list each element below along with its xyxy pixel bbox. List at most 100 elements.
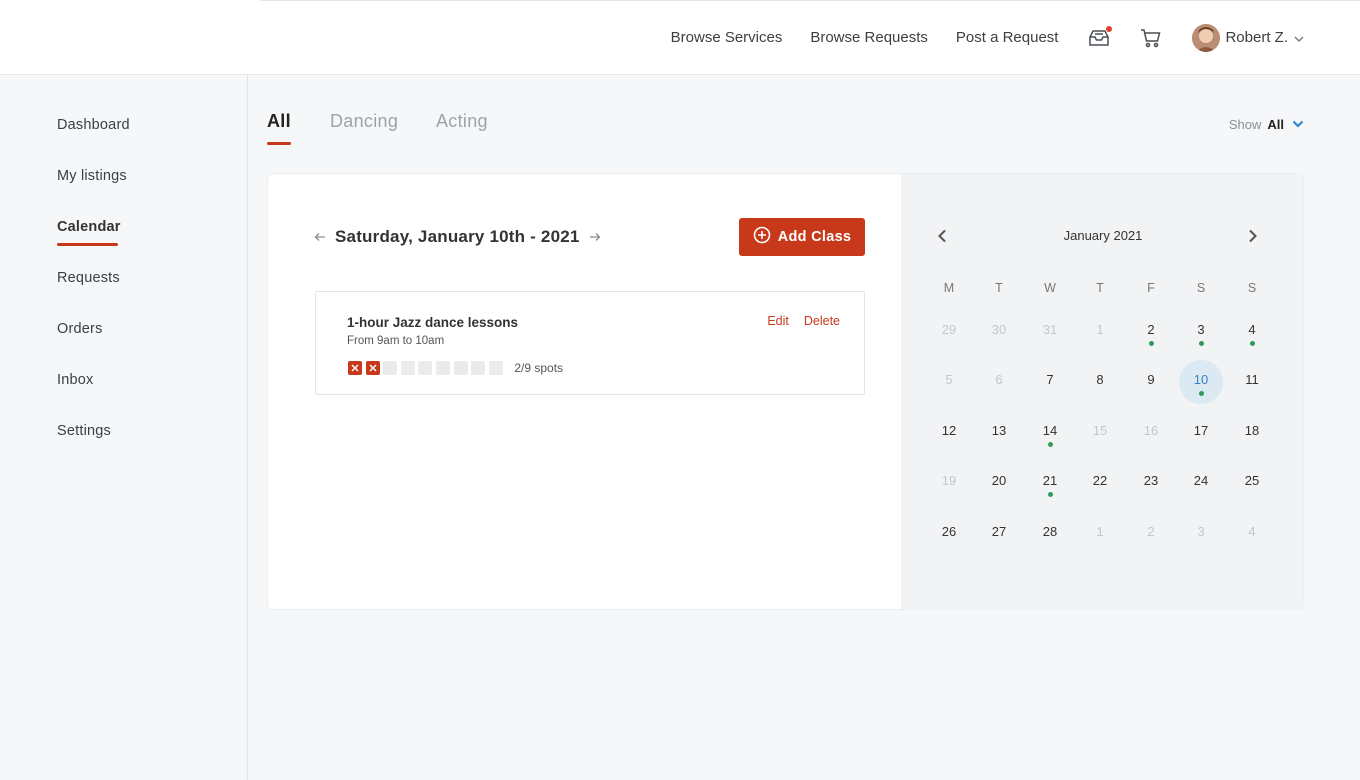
calendar-day-number: 9	[1147, 372, 1155, 387]
calendar-day-number: 7	[1046, 372, 1054, 387]
calendar-day[interactable]: 15	[1078, 411, 1122, 455]
calendar-day-number: 13	[991, 423, 1007, 438]
event-dot	[1199, 341, 1204, 346]
sidebar: Dashboard My listings Calendar Requests …	[0, 75, 248, 780]
calendar-day-number: 6	[995, 372, 1003, 387]
calendar-day-number: 27	[991, 524, 1007, 539]
nav-browse-requests[interactable]: Browse Requests	[810, 29, 928, 46]
weekday-label: F	[1147, 281, 1155, 295]
calendar-day-number: 2	[1147, 322, 1155, 337]
calendar-day[interactable]: 2	[1129, 310, 1173, 354]
calendar-day-selected[interactable]: 10	[1179, 360, 1223, 404]
show-label: Show	[1228, 116, 1262, 132]
weekday-label: W	[1044, 281, 1056, 295]
calendar-day[interactable]: 26	[927, 512, 971, 556]
calendar-day[interactable]: 6	[977, 360, 1021, 404]
sidebar-active-indicator	[57, 243, 118, 246]
tab-all[interactable]: All	[267, 111, 291, 132]
calendar-day[interactable]: 28	[1028, 512, 1072, 556]
calendar-day[interactable]: 3	[1179, 512, 1223, 556]
spot-taken	[348, 361, 362, 375]
calendar-day[interactable]: 31	[1028, 310, 1072, 354]
calendar-day[interactable]: 13	[977, 411, 1021, 455]
class-item[interactable]: 1-hour Jazz dance lessons From 9am to 10…	[315, 291, 865, 395]
calendar-day[interactable]: 9	[1129, 360, 1173, 404]
sidebar-item-calendar[interactable]: Calendar	[57, 219, 121, 235]
event-dot	[1250, 341, 1255, 346]
weekday-label: T	[995, 281, 1003, 295]
calendar-day-number: 14	[1042, 423, 1058, 438]
delete-link[interactable]: Delete	[804, 314, 840, 328]
next-month-chevron-icon[interactable]	[1248, 229, 1258, 248]
notification-dot	[1106, 25, 1113, 32]
calendar-day-number: 8	[1096, 372, 1104, 387]
show-filter-dropdown[interactable]: Show All	[1229, 115, 1304, 133]
sidebar-item-settings[interactable]: Settings	[57, 423, 111, 439]
user-menu[interactable]: Robert Z.	[1192, 23, 1304, 52]
sidebar-item-inbox[interactable]: Inbox	[57, 372, 93, 388]
calendar-day[interactable]: 17	[1179, 411, 1223, 455]
tab-active-indicator	[267, 142, 291, 145]
calendar-day[interactable]: 23	[1129, 461, 1173, 505]
next-day-arrow-icon[interactable]	[589, 230, 601, 245]
calendar-day-number: 20	[991, 473, 1007, 488]
calendar-day[interactable]: 20	[977, 461, 1021, 505]
previous-day-arrow-icon[interactable]	[314, 230, 326, 245]
calendar-day[interactable]: 5	[927, 360, 971, 404]
calendar-day[interactable]: 29	[927, 310, 971, 354]
edit-link[interactable]: Edit	[767, 314, 789, 328]
calendar-day[interactable]: 11	[1230, 360, 1274, 404]
class-actions: Edit Delete	[752, 314, 840, 328]
calendar-day-number: 25	[1244, 473, 1260, 488]
calendar-day[interactable]: 3	[1179, 310, 1223, 354]
event-dot	[1048, 492, 1053, 497]
calendar-day-number: 19	[941, 473, 957, 488]
calendar-day[interactable]: 4	[1230, 310, 1274, 354]
spots-indicator: 2/9 spots	[348, 361, 563, 375]
calendar-day[interactable]: 1	[1078, 512, 1122, 556]
cart-icon[interactable]	[1138, 25, 1164, 51]
nav-browse-services[interactable]: Browse Services	[671, 29, 783, 46]
weekday-label: S	[1196, 281, 1206, 295]
class-time: From 9am to 10am	[347, 335, 445, 347]
calendar-day-number: 1	[1096, 322, 1104, 337]
calendar-day-number: 11	[1245, 372, 1259, 387]
sidebar-item-requests[interactable]: Requests	[57, 270, 120, 286]
calendar-day[interactable]: 2	[1129, 512, 1173, 556]
weekday-label: S	[1247, 281, 1257, 295]
calendar-day[interactable]: 22	[1078, 461, 1122, 505]
sidebar-item-orders[interactable]: Orders	[57, 321, 103, 337]
add-class-button[interactable]: Add Class	[739, 218, 865, 256]
top-header: Browse Services Browse Requests Post a R…	[0, 0, 1360, 75]
tab-dancing[interactable]: Dancing	[330, 111, 398, 132]
calendar-day[interactable]: 21	[1028, 461, 1072, 505]
calendar-day[interactable]: 4	[1230, 512, 1274, 556]
calendar-day-number: 21	[1042, 473, 1058, 488]
chevron-down-icon	[1294, 29, 1304, 47]
calendar-day[interactable]: 8	[1078, 360, 1122, 404]
calendar-day[interactable]: 12	[927, 411, 971, 455]
sidebar-item-dashboard[interactable]: Dashboard	[57, 117, 130, 133]
chevron-down-icon	[1292, 115, 1304, 133]
calendar-day[interactable]: 30	[977, 310, 1021, 354]
calendar-day[interactable]: 27	[977, 512, 1021, 556]
calendar-day[interactable]: 1	[1078, 310, 1122, 354]
sidebar-item-my-listings[interactable]: My listings	[57, 168, 127, 184]
date-navigation: Saturday, January 10th - 2021	[314, 227, 601, 247]
nav-post-request[interactable]: Post a Request	[956, 29, 1059, 46]
calendar-day-number: 4	[1248, 322, 1256, 337]
calendar-day[interactable]: 7	[1028, 360, 1072, 404]
calendar-day[interactable]: 18	[1230, 411, 1274, 455]
inbox-tray-icon[interactable]	[1086, 25, 1113, 51]
calendar-day[interactable]: 14	[1028, 411, 1072, 455]
calendar-day-number: 31	[1042, 322, 1058, 337]
tab-acting[interactable]: Acting	[436, 111, 488, 132]
plus-circle-icon	[753, 226, 771, 248]
calendar-day[interactable]: 25	[1230, 461, 1274, 505]
calendar-day[interactable]: 16	[1129, 411, 1173, 455]
calendar-day-number: 15	[1092, 423, 1108, 438]
calendar-day-number: 3	[1197, 524, 1205, 539]
calendar-day[interactable]: 19	[927, 461, 971, 505]
calendar-day[interactable]: 24	[1179, 461, 1223, 505]
spot-open	[400, 361, 415, 375]
